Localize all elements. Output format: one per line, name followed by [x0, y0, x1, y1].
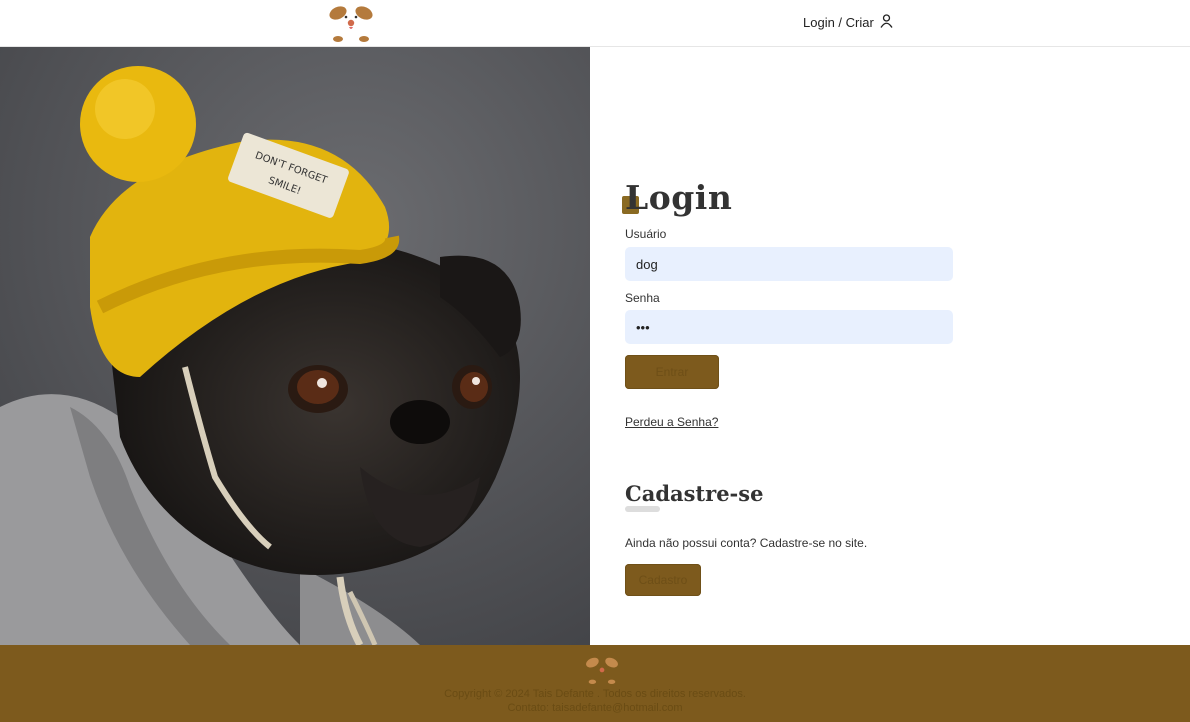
footer-copyright: Copyright © 2024 Tais Defante . Todos os…	[444, 688, 746, 700]
username-input[interactable]	[625, 247, 953, 281]
footer-contact: Contato: taisadefante@hotmail.com	[507, 702, 683, 714]
login-create-link[interactable]: Login / Criar	[803, 14, 893, 31]
username-label: Usuário	[625, 227, 667, 241]
signup-title-underline	[625, 506, 660, 512]
password-input[interactable]	[625, 310, 953, 344]
dog-logo-icon[interactable]	[328, 3, 374, 43]
login-title: Login	[625, 178, 733, 217]
password-label: Senha	[625, 291, 660, 305]
site-header: Login / Criar	[0, 0, 1190, 47]
signup-title: Cadastre-se	[625, 481, 764, 506]
login-create-label: Login / Criar	[803, 15, 874, 30]
lost-password-link[interactable]: Perdeu a Senha?	[625, 415, 718, 429]
login-submit-button[interactable]: Entrar	[625, 355, 719, 389]
site-footer: Copyright © 2024 Tais Defante . Todos os…	[0, 645, 1190, 722]
signup-text: Ainda não possui conta? Cadastre-se no s…	[625, 536, 868, 550]
footer-dog-logo-icon	[585, 655, 619, 685]
signup-button[interactable]: Cadastro	[625, 564, 701, 596]
pug-photo: DON'T FORGET SMILE!	[0, 47, 590, 645]
user-icon	[880, 14, 893, 31]
login-panel: Login Usuário Senha Entrar Perdeu a Senh…	[590, 47, 1190, 645]
